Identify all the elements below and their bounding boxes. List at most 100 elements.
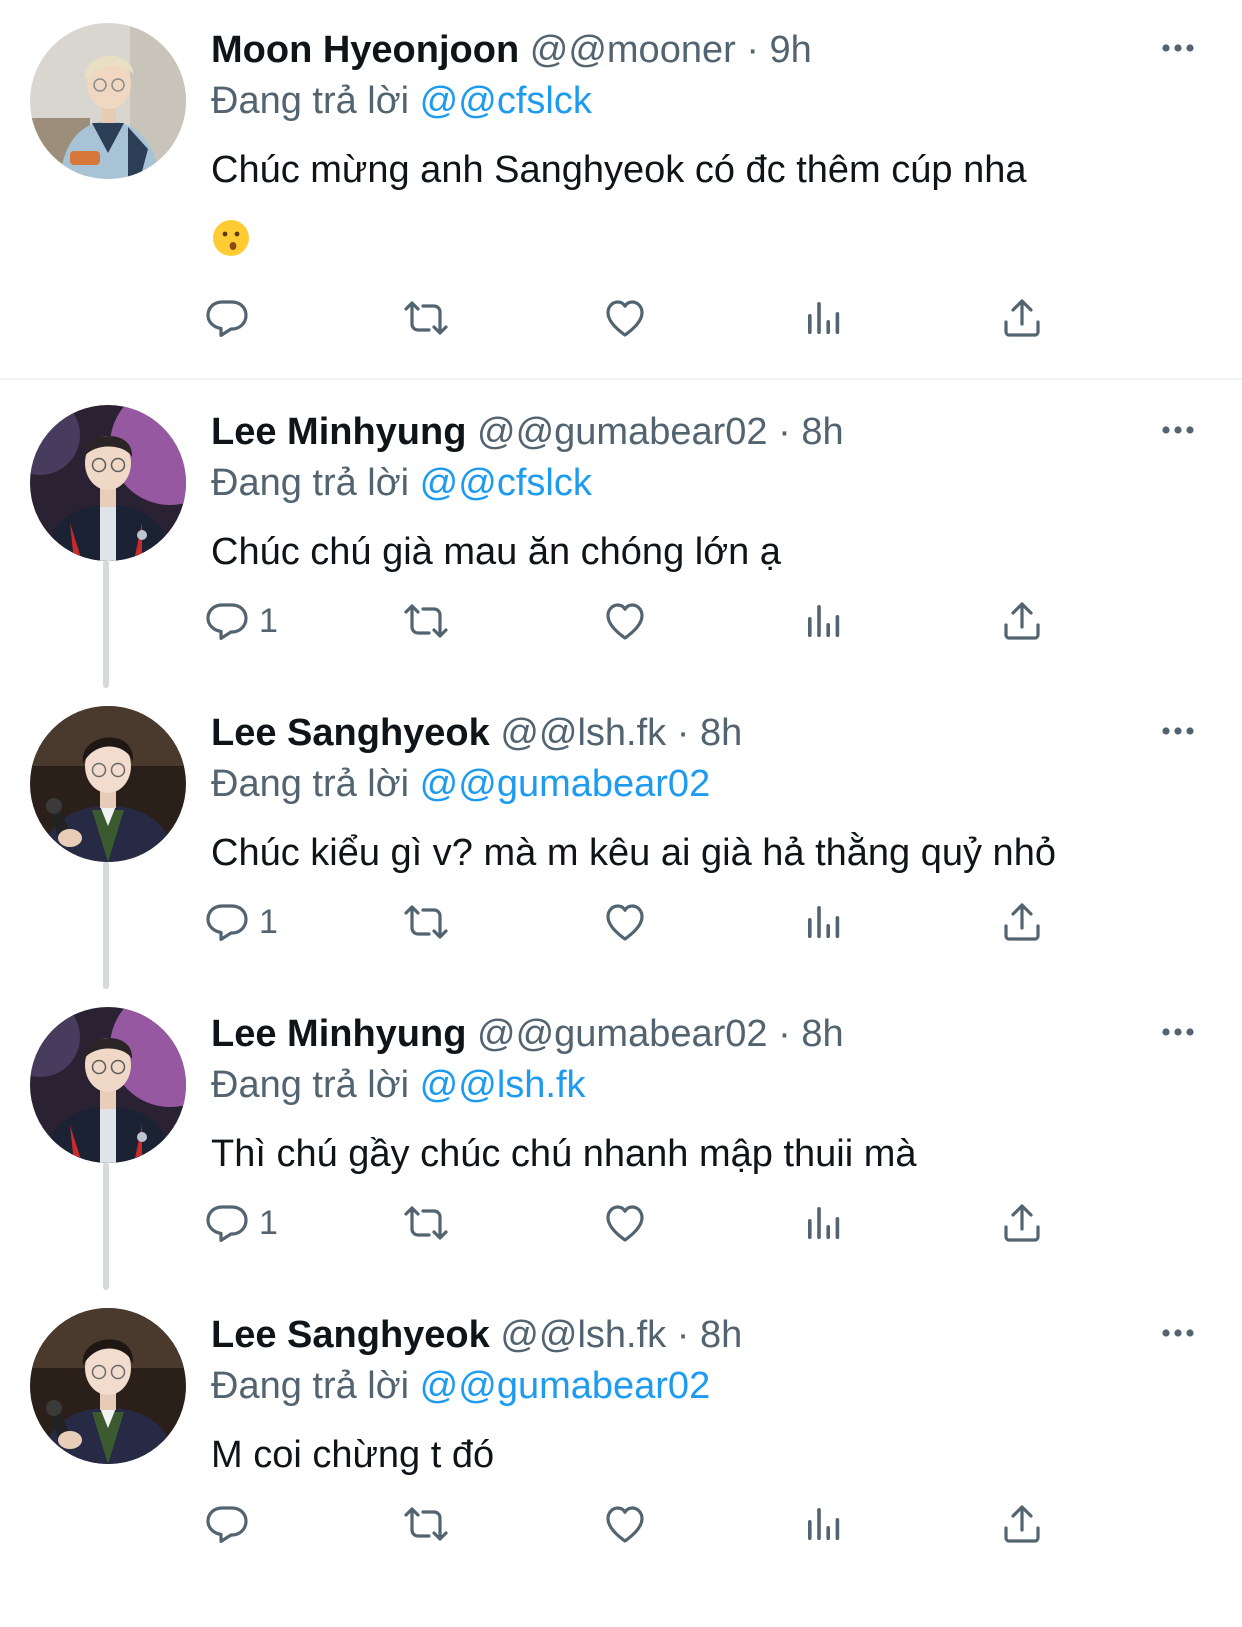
mention-link[interactable]: @@lsh.fk	[420, 1064, 586, 1106]
views-button[interactable]	[800, 1494, 848, 1554]
handle[interactable]: @@mooner	[530, 29, 736, 71]
dot-separator: ·	[746, 29, 759, 71]
retweet-icon	[402, 1500, 450, 1548]
tweet-actions	[211, 1494, 1111, 1554]
share-button[interactable]	[998, 288, 1046, 348]
more-options-icon[interactable]	[1158, 711, 1198, 751]
kissing-face-emoji-icon	[213, 219, 249, 256]
share-icon	[998, 294, 1046, 342]
mention-link[interactable]: @@gumabear02	[420, 763, 711, 805]
like-button[interactable]	[601, 892, 649, 952]
views-button[interactable]	[800, 892, 848, 952]
reply-button[interactable]	[203, 1494, 259, 1554]
replying-to: Đang trả lời @@gumabear02	[211, 1358, 710, 1414]
tweet-actions: 1	[211, 892, 1111, 952]
tweet-text: Thì chú gầy chúc chú nhanh mập thuii mà	[211, 1133, 917, 1175]
retweet-button[interactable]	[402, 1494, 450, 1554]
avatar[interactable]	[30, 23, 186, 179]
reply-icon	[203, 597, 251, 645]
heart-icon	[601, 1199, 649, 1247]
more-options-icon[interactable]	[1158, 1313, 1198, 1353]
share-button[interactable]	[998, 591, 1046, 651]
handle[interactable]: @@lsh.fk	[500, 1314, 666, 1356]
share-button[interactable]	[998, 1193, 1046, 1253]
tweet-body: Chúc mừng anh Sanghyeok có đc thêm cúp n…	[211, 149, 1027, 191]
reply-count: 1	[259, 902, 278, 941]
retweet-icon	[402, 294, 450, 342]
reply-button[interactable]: 1	[203, 591, 278, 651]
thread-line	[103, 861, 109, 989]
avatar[interactable]	[30, 706, 186, 862]
display-name[interactable]: Lee Minhyung	[211, 411, 466, 453]
tweet-header: Lee Sanghyeok @@lsh.fk · 8h	[211, 1305, 742, 1365]
timestamp[interactable]: 9h	[770, 29, 812, 71]
retweet-button[interactable]	[402, 288, 450, 348]
timestamp[interactable]: 8h	[801, 1013, 843, 1055]
views-button[interactable]	[800, 591, 848, 651]
retweet-button[interactable]	[402, 892, 450, 952]
reply-icon	[203, 1199, 251, 1247]
tweet-text: Chúc chú già mau ăn chóng lớn ạ	[211, 531, 781, 573]
reply-icon	[203, 898, 251, 946]
thread-line	[103, 1162, 109, 1290]
display-name[interactable]: Moon Hyeonjoon	[211, 29, 519, 71]
retweet-icon	[402, 597, 450, 645]
display-name[interactable]: Lee Sanghyeok	[211, 1314, 490, 1356]
mention-link[interactable]: @@gumabear02	[420, 1365, 711, 1407]
display-name[interactable]: Lee Minhyung	[211, 1013, 466, 1055]
tweet-header: Moon Hyeonjoon @@mooner · 9h	[211, 20, 812, 80]
avatar[interactable]	[30, 405, 186, 561]
views-button[interactable]	[800, 1193, 848, 1253]
views-icon	[800, 898, 848, 946]
timestamp[interactable]: 8h	[700, 712, 742, 754]
replying-to: Đang trả lời @@cfslck	[211, 73, 592, 129]
handle[interactable]: @@gumabear02	[477, 1013, 768, 1055]
heart-icon	[601, 1500, 649, 1548]
retweet-button[interactable]	[402, 1193, 450, 1253]
reply-count: 1	[259, 601, 278, 640]
heart-icon	[601, 898, 649, 946]
display-name[interactable]: Lee Sanghyeok	[211, 712, 490, 754]
more-options-icon[interactable]	[1158, 410, 1198, 450]
share-icon	[998, 597, 1046, 645]
tweet-text: M coi chừng t đó	[211, 1434, 495, 1476]
replying-to: Đang trả lời @@gumabear02	[211, 756, 710, 812]
reply-button[interactable]: 1	[203, 892, 278, 952]
tweet-header: Lee Sanghyeok @@lsh.fk · 8h	[211, 703, 742, 763]
tweet-text: Chúc kiểu gì v? mà m kêu ai già hả thằng…	[211, 832, 1056, 874]
share-button[interactable]	[998, 892, 1046, 952]
share-icon	[998, 898, 1046, 946]
tweet-text: Chúc mừng anh Sanghyeok có đc thêm cúp n…	[211, 137, 1171, 269]
timestamp[interactable]: 8h	[801, 411, 843, 453]
reply-prefix: Đang trả lời	[211, 462, 410, 504]
handle[interactable]: @@gumabear02	[477, 411, 768, 453]
mention-link[interactable]: @@cfslck	[420, 80, 592, 122]
views-icon	[800, 1500, 848, 1548]
reply-icon	[203, 294, 251, 342]
dot-separator: ·	[778, 411, 791, 453]
mention-link[interactable]: @@cfslck	[420, 462, 592, 504]
views-icon	[800, 1199, 848, 1247]
share-icon	[998, 1500, 1046, 1548]
timestamp[interactable]: 8h	[700, 1314, 742, 1356]
heart-icon	[601, 294, 649, 342]
views-icon	[800, 294, 848, 342]
handle[interactable]: @@lsh.fk	[500, 712, 666, 754]
like-button[interactable]	[601, 1494, 649, 1554]
replying-to: Đang trả lời @@cfslck	[211, 455, 592, 511]
retweet-button[interactable]	[402, 591, 450, 651]
reply-count: 1	[259, 1203, 278, 1242]
avatar[interactable]	[30, 1308, 186, 1464]
heart-icon	[601, 597, 649, 645]
views-button[interactable]	[800, 288, 848, 348]
share-button[interactable]	[998, 1494, 1046, 1554]
like-button[interactable]	[601, 591, 649, 651]
tweet-actions: 1	[211, 1193, 1111, 1253]
like-button[interactable]	[601, 1193, 649, 1253]
avatar[interactable]	[30, 1007, 186, 1163]
reply-button[interactable]	[203, 288, 259, 348]
more-options-icon[interactable]	[1158, 1012, 1198, 1052]
like-button[interactable]	[601, 288, 649, 348]
more-options-icon[interactable]	[1158, 28, 1198, 68]
reply-button[interactable]: 1	[203, 1193, 278, 1253]
